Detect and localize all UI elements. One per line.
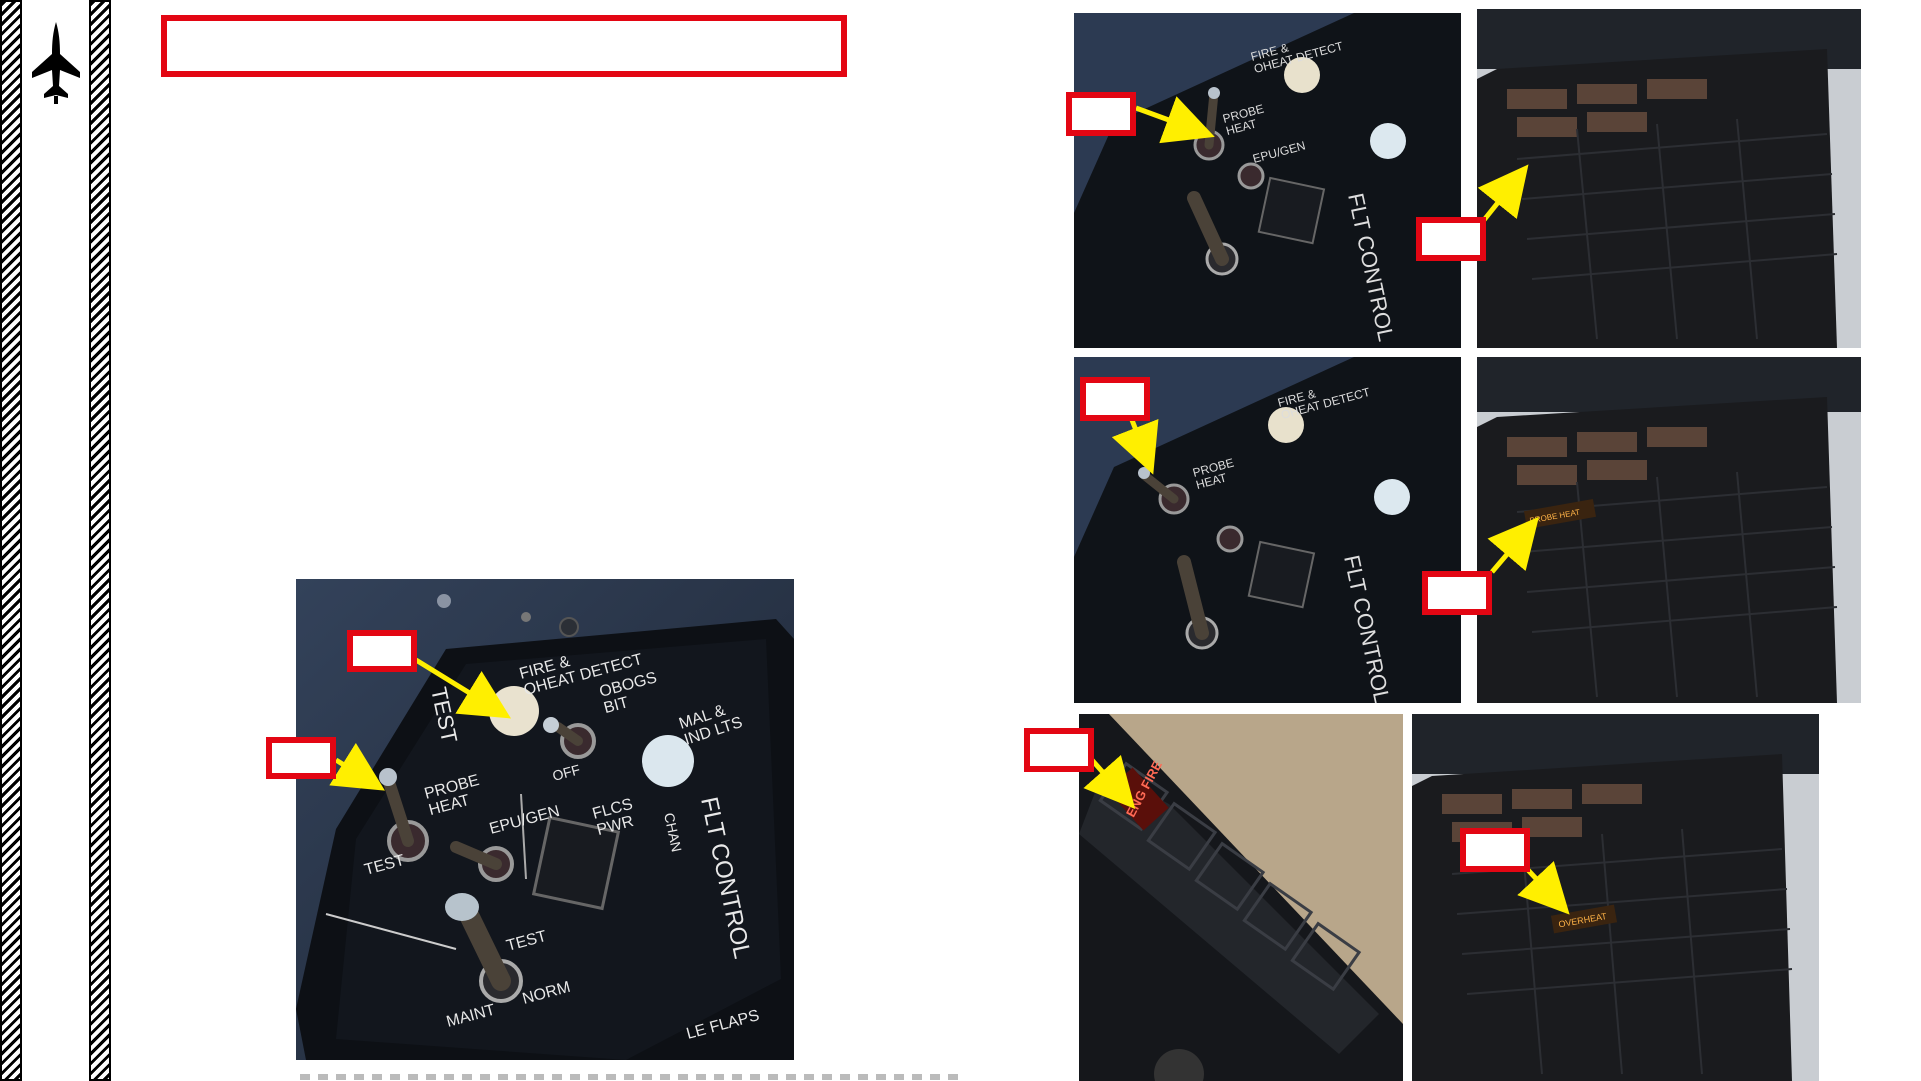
page-title bbox=[161, 15, 847, 77]
callout-caution-top bbox=[1416, 217, 1486, 261]
callout-eng-fire bbox=[1024, 728, 1094, 772]
caution-panel-photo-probe-heat: PROBE HEAT bbox=[1477, 357, 1861, 703]
callout-fire-detect bbox=[347, 630, 417, 672]
callout-probe-heat-mid bbox=[1080, 377, 1150, 421]
caution-panel-photo-overheat: OVERHEAT bbox=[1412, 714, 1819, 1081]
cropped-footer-text bbox=[300, 1074, 960, 1080]
eng-fire-light-photo: ENG FIRE bbox=[1079, 714, 1403, 1081]
caution-panel-photo-off bbox=[1477, 9, 1861, 348]
callout-overheat bbox=[1460, 828, 1530, 872]
callout-probe-heat-top bbox=[1066, 92, 1136, 136]
callout-caution-mid bbox=[1422, 571, 1492, 615]
right-hatched-border bbox=[89, 0, 111, 1081]
left-hatched-border bbox=[0, 0, 22, 1081]
callout-probe-heat-main bbox=[266, 737, 336, 779]
probe-heat-switch-photo-off: FLT CONTROL FIRE &OHEAT DETECT PROBEHEAT… bbox=[1074, 13, 1461, 348]
jet-silhouette-icon bbox=[32, 22, 80, 104]
